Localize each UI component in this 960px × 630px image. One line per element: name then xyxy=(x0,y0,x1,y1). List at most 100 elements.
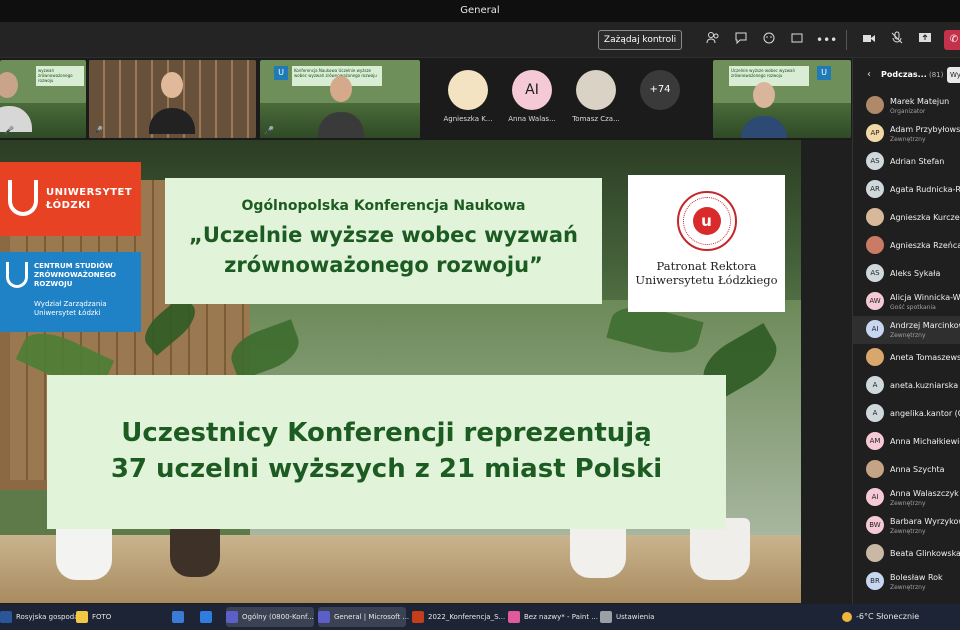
university-seal-icon: u xyxy=(676,191,737,251)
participant-row[interactable]: Anna Szychta xyxy=(853,456,960,484)
meeting-toolbar: Zażądaj kontroli ••• ✆ xyxy=(0,22,960,58)
participant-row[interactable]: Agnieszka Rzeńca xyxy=(853,232,960,260)
avatar xyxy=(866,236,884,254)
people-icon[interactable] xyxy=(704,31,722,49)
chevron-left-icon[interactable]: ‹ xyxy=(867,69,871,80)
more-participants-button[interactable]: +74 xyxy=(640,70,680,110)
mute-all-button[interactable]: Wy xyxy=(947,67,960,83)
patronage-text: Patronat Rektora Uniwersytetu Łódzkiego xyxy=(635,259,778,287)
ul-logo-icon xyxy=(8,180,38,216)
taskbar-item[interactable]: 2022_Konferencja_S... xyxy=(412,607,506,627)
university-name: UNIWERSYTET ŁÓDZKI xyxy=(46,187,133,211)
participant-avatar[interactable]: AI Anna Walas... xyxy=(502,70,562,123)
participant-avatar[interactable]: Agnieszka K... xyxy=(438,70,498,123)
participant-row[interactable]: AS Adrian Stefan xyxy=(853,148,960,176)
participant-role: Zewnętrzny xyxy=(890,500,926,507)
avatar xyxy=(866,460,884,478)
taskbar-item[interactable]: General | Microsoft ... xyxy=(318,607,409,627)
avatar xyxy=(576,70,616,110)
avatar: AI xyxy=(866,488,884,506)
document-icon xyxy=(0,611,12,623)
windows-taskbar: Rosyjska gospodar... FOTO Ogólny (0800-Kon… xyxy=(0,604,960,630)
centre-faculty: Wydział Zarządzania Uniwersytet Łódzki xyxy=(34,300,107,317)
participant-row[interactable]: Beata Glinkowska xyxy=(853,540,960,568)
avatar-name: Anna Walas... xyxy=(508,115,556,123)
participant-row[interactable]: AS Aleks Sykała xyxy=(853,260,960,288)
participant-row[interactable]: BW Barbara Wyrzykows Zewnętrzny xyxy=(853,512,960,540)
camera-icon[interactable] xyxy=(860,31,878,49)
participant-row[interactable]: Aaneta.kuzniarska (G xyxy=(853,372,960,400)
weather-widget[interactable]: -6°C Słonecznie xyxy=(842,607,919,627)
participant-name: aneta.kuzniarska (G xyxy=(890,381,960,390)
participant-name: Aneta Tomaszewska xyxy=(890,353,960,362)
participant-video xyxy=(0,72,18,98)
participant-row[interactable]: AP Adam Przybyłowski Zewnętrzny xyxy=(853,120,960,148)
avatar: BR xyxy=(866,572,884,590)
participant-name: Barbara Wyrzykows xyxy=(890,517,960,526)
avatar xyxy=(866,348,884,366)
participant-video xyxy=(161,72,183,98)
reactions-icon[interactable] xyxy=(760,31,778,49)
participant-name: Anna Szychta xyxy=(890,465,945,474)
teams-meeting-window: General Zażądaj kontroli ••• ✆ wyzwań zr… xyxy=(0,0,960,630)
taskbar-item[interactable] xyxy=(200,607,224,627)
participant-role: Zewnętrzny xyxy=(890,136,926,143)
participant-name: Agnieszka Kurczews xyxy=(890,213,960,222)
leave-icon[interactable]: ✆ xyxy=(944,30,960,50)
taskbar-item[interactable]: Ogólny (0800-Konf... xyxy=(226,607,314,627)
participant-role: Zewnętrzny xyxy=(890,332,926,339)
settings-icon xyxy=(600,611,612,623)
more-icon[interactable]: ••• xyxy=(816,31,837,49)
slide-floor xyxy=(0,535,801,603)
taskbar-item[interactable]: Rosyjska gospodar... xyxy=(0,607,87,627)
participant-role: Organizator xyxy=(890,108,926,115)
participant-row[interactable]: Agnieszka Kurczews xyxy=(853,204,960,232)
mic-icon: 🎤 xyxy=(93,126,103,135)
participants-list: Marek Matejun Organizator AP Adam Przybyłow… xyxy=(853,92,960,596)
participant-name: Beata Glinkowska xyxy=(890,549,960,558)
mic-off-icon[interactable] xyxy=(888,31,906,49)
taskbar-item-label: Bez nazwy* - Paint ... xyxy=(524,613,598,621)
taskbar-item[interactable]: FOTO xyxy=(76,607,168,627)
share-tray-icon[interactable] xyxy=(788,31,806,49)
participants-count: (81) xyxy=(929,71,944,79)
sun-icon xyxy=(842,611,852,622)
participant-row[interactable]: Marek Matejun Organizator xyxy=(853,92,960,120)
participant-role: Zewnętrzny xyxy=(890,528,926,535)
video-tile[interactable]: U Konferencja Naukowa Uczelnie wyższe wo… xyxy=(260,60,420,138)
participant-avatar[interactable]: Tomasz Cza... xyxy=(566,70,626,123)
paint-icon xyxy=(508,611,520,623)
chat-icon[interactable] xyxy=(732,31,750,49)
participant-row[interactable]: Aneta Tomaszewska xyxy=(853,344,960,372)
video-tile[interactable]: Uczelnie wyższe wobec wyzwań zrównoważon… xyxy=(713,60,851,138)
participant-name: Adam Przybyłowski xyxy=(890,125,960,134)
participant-row[interactable]: AI Andrzej Marcinkows Zewnętrzny xyxy=(853,316,960,344)
powerpoint-icon xyxy=(412,611,424,623)
participant-row[interactable]: Aangelika.kantor (Go xyxy=(853,400,960,428)
avatar xyxy=(866,96,884,114)
taskbar-item-label: Ustawienia xyxy=(616,613,655,621)
participant-row[interactable]: AM Anna Michałkiewicz xyxy=(853,428,960,456)
participant-row[interactable]: AR Agata Rudnicka-Rei xyxy=(853,176,960,204)
share-icon[interactable] xyxy=(916,31,934,49)
taskbar-item-label: Ogólny (0800-Konf... xyxy=(242,613,314,621)
video-tile[interactable]: wyzwań zrównoważonego rozwoju 🎤 xyxy=(0,60,86,138)
toolbar-separator xyxy=(846,30,847,50)
video-tile[interactable]: 🎤 xyxy=(89,60,256,138)
participants-title: Podczas... xyxy=(881,70,927,79)
avatar xyxy=(866,208,884,226)
participant-row[interactable]: AW Alicja Winnicka-Wej Gość spotkania xyxy=(853,288,960,316)
university-logo: UNIWERSYTET ŁÓDZKI xyxy=(0,162,141,236)
participant-row[interactable]: BR Bolesław Rok Zewnętrzny xyxy=(853,568,960,596)
request-control-button[interactable]: Zażądaj kontroli xyxy=(598,30,682,50)
taskbar-item-label: 2022_Konferencja_S... xyxy=(428,613,506,621)
avatar: AI xyxy=(866,320,884,338)
avatar: AR xyxy=(866,180,884,198)
main-message-box: Uczestnicy Konferencji reprezentują 37 u… xyxy=(47,375,726,529)
participants-panel: ‹ Podczas... (81) Wy Marek Matejun Organi… xyxy=(852,58,960,604)
taskbar-item[interactable]: Bez nazwy* - Paint ... xyxy=(508,607,598,627)
participant-row[interactable]: AI Anna Walaszczyk I8 Zewnętrzny xyxy=(853,484,960,512)
participant-name: Bolesław Rok xyxy=(890,573,943,582)
taskbar-item[interactable]: Ustawienia xyxy=(600,607,660,627)
taskbar-item[interactable] xyxy=(172,607,196,627)
